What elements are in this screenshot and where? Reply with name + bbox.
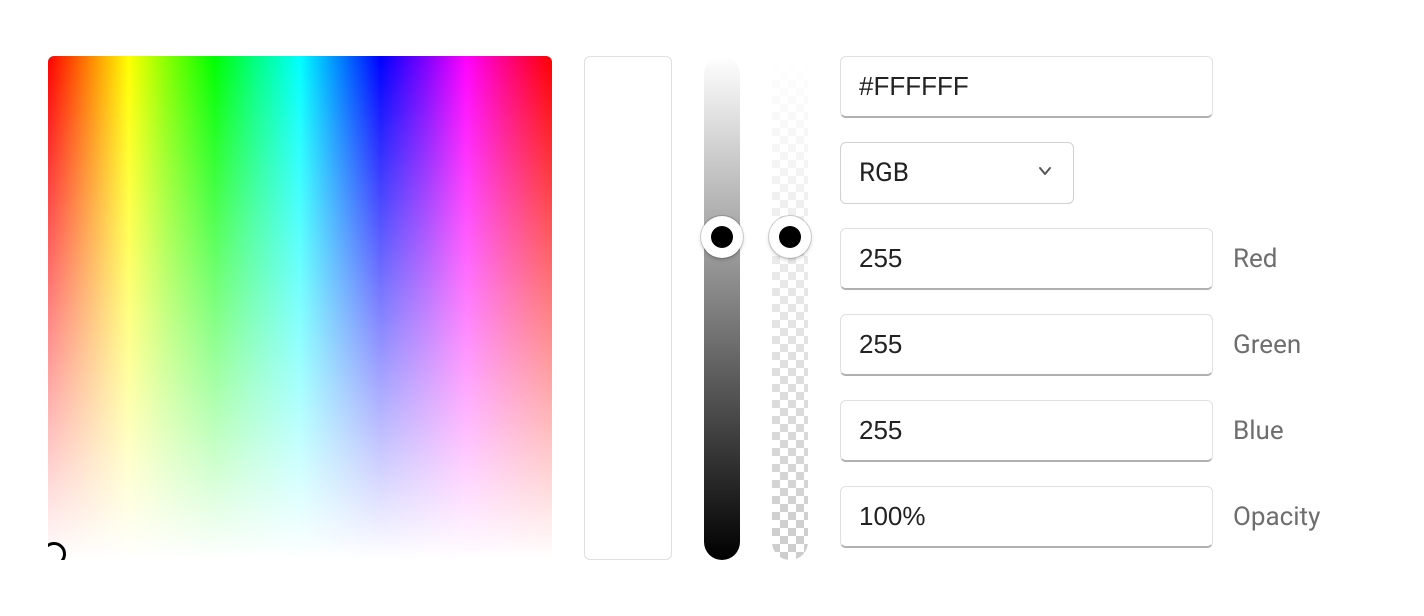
alpha-track xyxy=(772,56,808,560)
red-label: Red xyxy=(1233,244,1277,274)
opacity-row: Opacity xyxy=(840,486,1220,548)
controls: RGB Red Green Blue Opacity xyxy=(840,56,1220,548)
blue-label: Blue xyxy=(1233,416,1284,446)
color-swatch xyxy=(584,56,672,560)
format-row: RGB xyxy=(840,142,1220,204)
alpha-handle[interactable] xyxy=(769,216,811,258)
green-input[interactable] xyxy=(840,314,1213,376)
color-area[interactable] xyxy=(48,56,552,560)
red-input[interactable] xyxy=(840,228,1213,290)
sliders xyxy=(704,56,808,560)
hex-row xyxy=(840,56,1220,118)
opacity-input[interactable] xyxy=(840,486,1213,548)
lightness-handle[interactable] xyxy=(701,216,743,258)
blue-input[interactable] xyxy=(840,400,1213,462)
format-select-value: RGB xyxy=(859,158,909,188)
green-label: Green xyxy=(1233,330,1301,360)
alpha-slider[interactable] xyxy=(772,56,808,560)
chevron-down-icon xyxy=(1035,158,1055,188)
color-area-handle[interactable] xyxy=(48,542,66,560)
red-row: Red xyxy=(840,228,1220,290)
format-select[interactable]: RGB xyxy=(840,142,1074,204)
lightness-track xyxy=(704,56,740,560)
hex-input[interactable] xyxy=(840,56,1213,118)
lightness-slider[interactable] xyxy=(704,56,740,560)
green-row: Green xyxy=(840,314,1220,376)
blue-row: Blue xyxy=(840,400,1220,462)
color-picker: RGB Red Green Blue Opacity xyxy=(48,56,1376,560)
opacity-label: Opacity xyxy=(1233,502,1320,532)
